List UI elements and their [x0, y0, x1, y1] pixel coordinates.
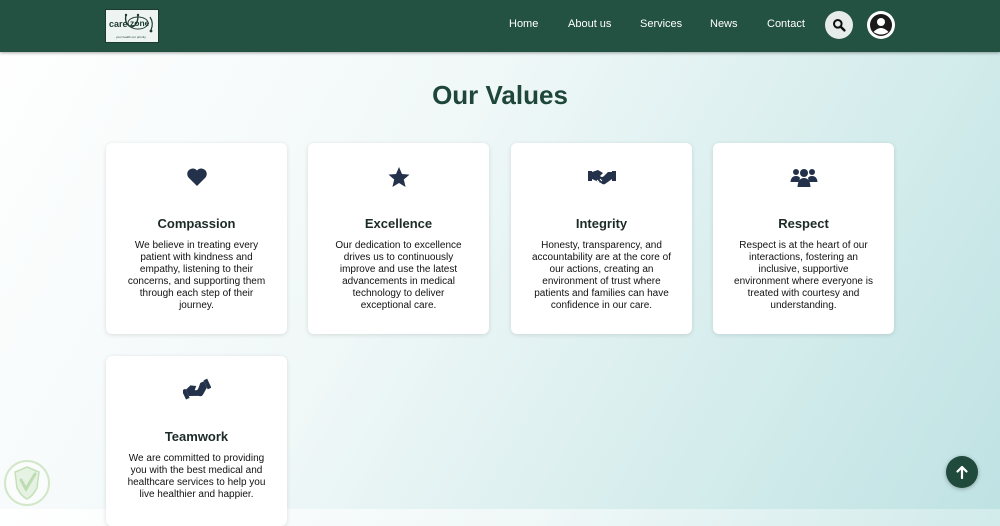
- nav-about-link[interactable]: About us: [568, 18, 611, 30]
- logo-word-care: care: [109, 19, 128, 29]
- value-card-text: We believe in treating every patient wit…: [127, 240, 266, 311]
- value-card-title: Integrity: [575, 216, 628, 231]
- nav-news-link[interactable]: News: [710, 18, 738, 30]
- value-card-title: Excellence: [364, 216, 433, 231]
- nav-services-link[interactable]: Services: [640, 18, 682, 30]
- handshake-angled-icon: [182, 378, 211, 400]
- search-icon: [833, 19, 846, 32]
- value-card-text: Respect is at the heart of our interacti…: [734, 240, 873, 311]
- nav-home-link[interactable]: Home: [509, 18, 538, 30]
- value-card-compassion: Compassion We believe in treating every …: [106, 143, 287, 334]
- value-card-title: Compassion: [157, 216, 236, 231]
- nav-contact-link[interactable]: Contact: [767, 18, 805, 30]
- star-icon: [388, 167, 409, 187]
- value-card-title: Teamwork: [164, 429, 229, 444]
- handshake-icon: [587, 170, 616, 185]
- value-card-teamwork: Teamwork We are committed to providing y…: [106, 356, 287, 526]
- value-card-integrity: Integrity Honesty, transparency, and acc…: [511, 143, 692, 334]
- logo-word-zone: zone: [130, 18, 150, 28]
- logo-tagline: your health our priority: [116, 35, 146, 39]
- value-card-text: Our dedication to excellence drives us t…: [335, 240, 462, 311]
- search-button[interactable]: [825, 11, 853, 39]
- arrow-up-icon: [956, 465, 968, 479]
- shield-badge-icon: [2, 458, 52, 508]
- care-zone-logo[interactable]: care zone your health our priority: [105, 9, 159, 43]
- value-card-text: Honesty, transparency, and accountabilit…: [532, 240, 671, 311]
- heart-icon: [186, 168, 207, 186]
- users-icon: [790, 169, 817, 187]
- section-title: Our Values: [432, 80, 568, 110]
- value-card-title: Respect: [778, 216, 829, 231]
- user-account-button[interactable]: [867, 11, 895, 39]
- user-circle-icon: [870, 14, 892, 36]
- value-card-respect: Respect Respect is at the heart of our i…: [713, 143, 894, 334]
- value-card-text: We are committed to providing you with t…: [127, 453, 266, 500]
- scroll-to-top-button[interactable]: [946, 456, 978, 488]
- navbar: care zone your health our priority Home …: [0, 0, 1000, 52]
- value-card-excellence: Excellence Our dedication to excellence …: [308, 143, 489, 334]
